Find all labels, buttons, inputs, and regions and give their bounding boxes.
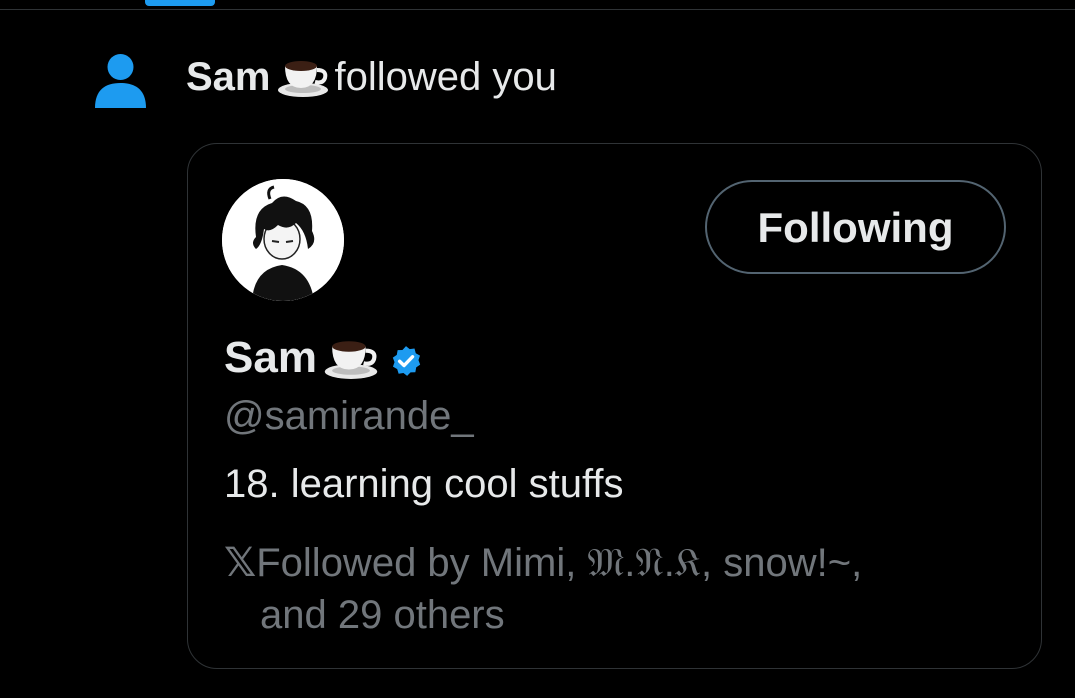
action-text: followed you: [334, 55, 557, 99]
display-name: Sam: [224, 333, 317, 382]
followed-by-line1: Followed by Mimi, 𝔐.𝔑.𝔎, snow!~,: [256, 541, 863, 585]
notification-text: Sam followed you: [186, 52, 557, 110]
header-divider: [0, 9, 1075, 10]
following-button[interactable]: Following: [705, 180, 1006, 274]
x-logo-icon: 𝕏: [224, 541, 257, 585]
person-icon: [95, 54, 146, 108]
avatar[interactable]: [222, 179, 344, 301]
profile-handle: @samirande_: [224, 394, 474, 438]
active-tab-indicator: [145, 0, 215, 6]
coffee-cup-icon: [277, 56, 329, 110]
verified-badge-icon[interactable]: [389, 338, 423, 390]
coffee-cup-icon: [323, 336, 379, 392]
followed-by-line2: and 29 others: [260, 593, 505, 637]
followed-by-text[interactable]: 𝕏Followed by Mimi, 𝔐.𝔑.𝔎, snow!~, and 29…: [224, 537, 1004, 641]
actor-name-link[interactable]: Sam: [186, 55, 271, 99]
profile-bio: 18. learning cool stuffs: [224, 462, 624, 506]
profile-name[interactable]: Sam: [224, 332, 423, 392]
